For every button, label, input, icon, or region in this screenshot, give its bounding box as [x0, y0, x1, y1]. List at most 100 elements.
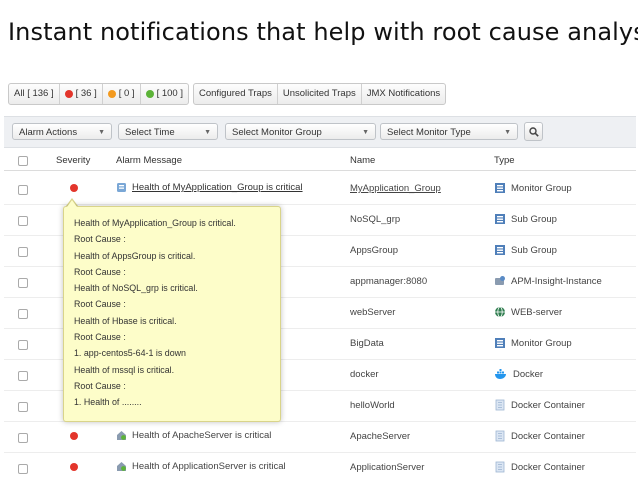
monitor-type-text: Docker — [513, 368, 544, 380]
row-checkbox[interactable] — [18, 185, 28, 195]
monitor-type-text: Docker Container — [511, 399, 585, 411]
critical-status-icon[interactable] — [70, 463, 78, 471]
docker-icon — [495, 369, 506, 379]
clear-dot-icon — [145, 90, 154, 98]
tab-warning-label: [ 0 ] — [118, 88, 135, 99]
monitor-type: Docker Container — [494, 430, 585, 442]
select-time-select[interactable]: Select Time ▼ — [118, 123, 218, 140]
column-alarm-message[interactable]: Alarm Message — [116, 155, 182, 166]
monitor-type: Docker Container — [494, 461, 585, 473]
monitor-group-icon — [495, 183, 505, 193]
search-icon — [529, 127, 539, 137]
monitor-type: Sub Group — [494, 244, 557, 256]
tooltip-line: Health of mssql is critical. — [74, 364, 175, 375]
monitor-name-link[interactable]: ApacheServer — [350, 431, 410, 442]
severity-filter-group: All [ 136 ] [ 36 ] [ 0 ] [ 100 ] — [8, 83, 189, 105]
alarm-actions-select[interactable]: Alarm Actions ▼ — [12, 123, 112, 140]
monitor-name-link[interactable]: MyApplication_Group — [350, 183, 441, 194]
tooltip-line: Health of MyApplication_Group is critica… — [74, 218, 236, 228]
root-cause-tooltip: Health of MyApplication_Group is critica… — [63, 206, 281, 422]
tab-jmx-notifications[interactable]: JMX Notifications — [362, 84, 445, 104]
filter-toolbar: Alarm Actions ▼ Select Time ▼ Select Monit… — [4, 116, 636, 148]
critical-dot-icon — [64, 90, 73, 98]
alarm-message-text[interactable]: Health of ApplicationServer is critical — [132, 461, 286, 472]
monitor-name-link[interactable]: ApplicationServer — [350, 462, 424, 473]
tooltip-line: Root Cause : — [74, 332, 126, 343]
monitor-type-text: WEB-server — [511, 306, 563, 318]
row-checkbox[interactable] — [18, 278, 28, 288]
docker-container-icon — [495, 430, 505, 442]
trap-filter-group: Configured Traps Unsolicited Traps JMX N… — [193, 83, 447, 105]
chevron-down-icon: ▼ — [362, 129, 369, 136]
monitor-type: WEB-server — [494, 306, 562, 318]
row-checkbox[interactable] — [18, 340, 28, 350]
column-name[interactable]: Name — [350, 155, 375, 166]
monitor-name-link[interactable]: AppsGroup — [350, 245, 398, 256]
select-monitor-type-select[interactable]: Select Monitor Type ▼ — [380, 123, 518, 140]
select-all-checkbox[interactable] — [18, 156, 28, 166]
row-checkbox[interactable] — [18, 464, 28, 474]
tooltip-line: Root Cause : — [74, 266, 126, 277]
tooltip-line: Root Cause : — [74, 299, 126, 310]
tooltip-line: 1. Health of ........ — [74, 397, 142, 408]
column-severity[interactable]: Severity — [56, 155, 90, 166]
page-headline: Instant notifications that help with roo… — [8, 18, 638, 46]
monitor-status-icon — [117, 183, 126, 192]
tab-critical-alarms[interactable]: [ 36 ] — [60, 84, 103, 104]
row-checkbox[interactable] — [18, 216, 28, 226]
monitor-type: APM-Insight-Instance — [494, 275, 602, 287]
monitor-type-text: Sub Group — [511, 213, 557, 225]
chevron-down-icon: ▼ — [504, 129, 511, 136]
table-row[interactable]: Health of MyApplication_Group is critica… — [4, 174, 636, 205]
monitor-name-link[interactable]: NoSQL_grp — [350, 214, 400, 225]
chevron-down-icon: ▼ — [204, 129, 211, 136]
monitor-type-text: Monitor Group — [511, 182, 572, 194]
tab-configured-traps[interactable]: Configured Traps — [194, 84, 278, 104]
row-checkbox[interactable] — [18, 402, 28, 412]
search-button[interactable] — [524, 122, 543, 141]
alarm-message-text[interactable]: Health of ApacheServer is critical — [132, 430, 271, 441]
alarm-message[interactable]: Health of ApacheServer is critical — [116, 430, 271, 441]
tab-all-alarms[interactable]: All [ 136 ] — [9, 84, 60, 104]
alarm-message-text[interactable]: Health of MyApplication_Group is critica… — [132, 182, 303, 193]
alarm-message[interactable]: Health of ApplicationServer is critical — [116, 461, 286, 472]
tab-warning-alarms[interactable]: [ 0 ] — [103, 84, 141, 104]
docker-container-icon — [495, 399, 505, 411]
row-checkbox[interactable] — [18, 433, 28, 443]
monitor-type-text: Docker Container — [511, 461, 585, 473]
warning-dot-icon — [107, 90, 116, 98]
server-status-icon — [117, 462, 126, 471]
column-type[interactable]: Type — [494, 155, 515, 166]
server-status-icon — [117, 431, 126, 440]
chevron-down-icon: ▼ — [98, 129, 105, 136]
monitor-type: Monitor Group — [494, 337, 572, 349]
alarm-filter-tabs: All [ 136 ] [ 36 ] [ 0 ] [ 100 ] Configu… — [8, 83, 447, 105]
tab-clear-alarms[interactable]: [ 100 ] — [141, 84, 188, 104]
row-checkbox[interactable] — [18, 371, 28, 381]
row-checkbox[interactable] — [18, 247, 28, 257]
critical-status-icon[interactable] — [70, 432, 78, 440]
select-monitor-group-label: Select Monitor Group — [232, 127, 322, 138]
monitor-type-text: Docker Container — [511, 430, 585, 442]
monitor-name-link[interactable]: webServer — [350, 307, 395, 318]
monitor-type-text: Sub Group — [511, 244, 557, 256]
tab-unsolicited-traps[interactable]: Unsolicited Traps — [278, 84, 362, 104]
row-checkbox[interactable] — [18, 309, 28, 319]
monitor-type: Docker — [494, 368, 543, 380]
tab-all-label: All [ 136 ] — [14, 88, 54, 99]
monitor-type: Sub Group — [494, 213, 557, 225]
tooltip-line: 1. app-centos5-64-1 is down — [74, 348, 186, 359]
select-monitor-group-select[interactable]: Select Monitor Group ▼ — [225, 123, 376, 140]
monitor-name-link[interactable]: helloWorld — [350, 400, 395, 411]
monitor-name-link[interactable]: appmanager:8080 — [350, 276, 427, 287]
monitor-name-link[interactable]: docker — [350, 369, 379, 380]
table-row[interactable]: Health of ApacheServer is critical Apach… — [4, 422, 636, 453]
monitor-type: Monitor Group — [494, 182, 572, 194]
monitor-type-text: APM-Insight-Instance — [511, 275, 602, 287]
critical-status-icon[interactable] — [70, 184, 78, 192]
tooltip-line: Root Cause : — [74, 234, 126, 245]
monitor-name-link[interactable]: BigData — [350, 338, 384, 349]
monitor-group-icon — [495, 338, 505, 348]
tooltip-line: Root Cause : — [74, 380, 126, 391]
alarm-message[interactable]: Health of MyApplication_Group is critica… — [116, 182, 303, 193]
